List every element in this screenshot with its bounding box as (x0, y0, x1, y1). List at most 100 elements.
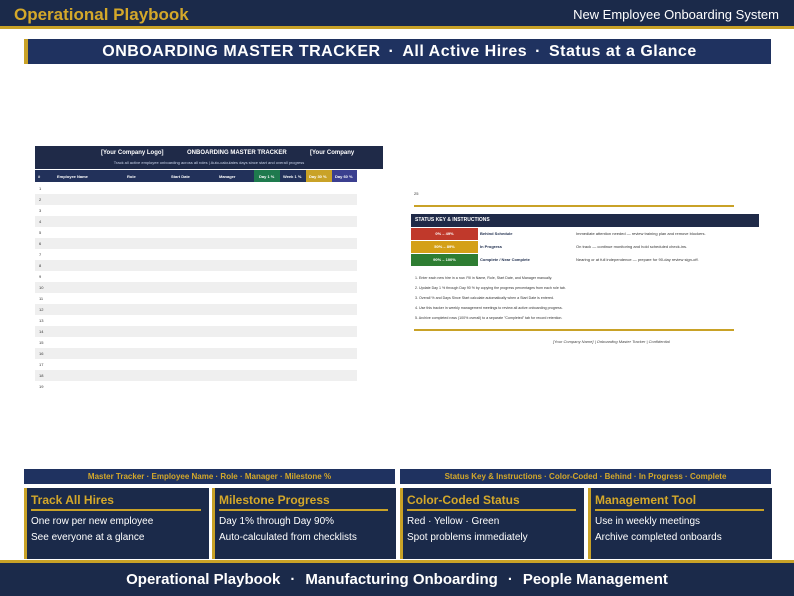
row-number: 9 (39, 274, 42, 279)
table-row: 1 (35, 183, 357, 194)
row-number: 12 (39, 307, 44, 312)
table-row: 8 (35, 260, 357, 271)
year-marker: 25 (414, 191, 419, 196)
row-number: 10 (39, 285, 44, 290)
table-row: 17 (35, 359, 357, 370)
table-row: 13 (35, 315, 357, 326)
status-row-progress: 50% – 89% In Progress On track — continu… (411, 241, 759, 253)
card-line: Spot problems immediately (407, 532, 528, 543)
table-row: 19 (35, 381, 357, 392)
row-number: 6 (39, 241, 42, 246)
sheet-rows: 1 2 3 4 5 6 7 8 9 10 11 12 13 14 15 16 17 18 19 (35, 183, 357, 392)
table-row: 6 (35, 238, 357, 249)
table-row: 7 (35, 249, 357, 260)
table-row: 11 (35, 293, 357, 304)
sheet-subtitle: Track all active employee onboarding acr… (113, 160, 305, 165)
col-header: # (38, 174, 41, 179)
feature-card: Milestone Progress Day 1% through Day 90… (212, 488, 396, 559)
table-row: 3 (35, 205, 357, 216)
status-desc: Nearing or at full independence — prepar… (576, 257, 699, 262)
table-row: 18 (35, 370, 357, 381)
banner-separator: · (388, 43, 395, 60)
row-number: 19 (39, 384, 44, 389)
status-name: Complete / Near Complete (480, 257, 530, 262)
card-line: Use in weekly meetings (595, 516, 701, 527)
row-number: 17 (39, 362, 44, 367)
divider-line (414, 205, 734, 207)
sheet-title: ONBOARDING MASTER TRACKER (187, 150, 287, 156)
banner-subtitle: All Active Hires (402, 43, 528, 60)
footer-item: Manufacturing Onboarding (305, 571, 498, 588)
tagbar-status-key: Status Key & Instructions · Color-Coded … (400, 469, 771, 484)
card-line: Archive completed onboards (595, 532, 722, 543)
bottom-footer-bar: Operational Playbook · Manufacturing Onboa… (0, 560, 794, 596)
table-row: 9 (35, 271, 357, 282)
instruction-item: 5. Archive completed rows (100% overall)… (415, 316, 563, 320)
banner-separator: · (535, 43, 541, 60)
footer-item: Operational Playbook (126, 571, 281, 588)
status-desc: Immediate attention needed — review trai… (576, 231, 706, 236)
col-header: Day 60 % (335, 174, 353, 179)
footer-item: People Management (522, 571, 668, 588)
banner-tagline: Status at a Glance (549, 43, 697, 60)
table-row: 4 (35, 216, 357, 227)
row-number: 16 (39, 351, 44, 356)
tagbar-master-tracker: Master Tracker · Employee Name · Role · … (24, 469, 395, 484)
col-header: Employee Name (57, 174, 88, 179)
sheet-column-headers: # Employee Name Role Start Date Manager … (35, 170, 357, 182)
company-name-placeholder: [Your Company (310, 150, 355, 156)
divider-line (414, 329, 734, 331)
col-header: Day 1 % (259, 174, 275, 179)
status-key-header: STATUS KEY & INSTRUCTIONS (411, 214, 759, 227)
col-header: Manager (219, 174, 236, 179)
row-number: 13 (39, 318, 44, 323)
table-row: 10 (35, 282, 357, 293)
row-number: 4 (39, 219, 42, 224)
row-number: 2 (39, 197, 42, 202)
status-swatch-red: 0% – 49% (411, 228, 478, 240)
card-title: Color-Coded Status (407, 493, 576, 511)
instruction-item: 2. Update Day 1 % through Day 90 % by co… (415, 286, 566, 290)
status-key-title: STATUS KEY & INSTRUCTIONS (415, 217, 490, 223)
table-row: 12 (35, 304, 357, 315)
feature-card: Management Tool Use in weekly meetings A… (588, 488, 772, 559)
row-number: 15 (39, 340, 44, 345)
row-number: 11 (39, 296, 44, 301)
banner-title: ONBOARDING MASTER TRACKER (102, 43, 381, 60)
row-number: 7 (39, 252, 42, 257)
card-title: Milestone Progress (219, 493, 388, 511)
page-banner: ONBOARDING MASTER TRACKER · All Active Hir… (24, 39, 771, 64)
sheet-footer: [Your Company Name] | Onboarding Master … (553, 339, 670, 344)
feature-card: Color-Coded Status Red · Yellow · Green … (400, 488, 584, 559)
system-name: New Employee Onboarding System (573, 7, 779, 22)
card-line: Red · Yellow · Green (407, 516, 500, 527)
brand-title: Operational Playbook (14, 5, 189, 24)
col-header: Day 30 % (309, 174, 327, 179)
row-number: 5 (39, 230, 42, 235)
col-header: Start Date (171, 174, 190, 179)
row-number: 18 (39, 373, 44, 378)
sheet-header: [Your Company Logo] ONBOARDING MASTER TR… (35, 146, 383, 169)
company-logo-placeholder: [Your Company Logo] (101, 150, 164, 156)
status-row-complete: 90% – 100% Complete / Near Complete Near… (411, 254, 759, 266)
feature-card: Track All Hires One row per new employee… (24, 488, 209, 559)
col-header: Week 1 % (283, 174, 302, 179)
footer-separator: · (290, 571, 296, 588)
status-swatch-green: 90% – 100% (411, 254, 478, 266)
card-title: Track All Hires (31, 493, 201, 511)
instruction-item: 4. Use this tracker in weekly management… (415, 306, 563, 310)
instruction-item: 3. Overall % and Days Since Start calcul… (415, 296, 555, 300)
row-number: 14 (39, 329, 44, 334)
table-row: 14 (35, 326, 357, 337)
card-line: Day 1% through Day 90% (219, 516, 335, 527)
card-line: One row per new employee (31, 516, 154, 527)
footer-separator: · (507, 571, 513, 588)
col-header: Role (127, 174, 136, 179)
status-swatch-yellow: 50% – 89% (411, 241, 478, 253)
status-name: Behind Schedule (480, 231, 513, 236)
status-row-behind: 0% – 49% Behind Schedule Immediate atten… (411, 228, 759, 240)
tracker-sheet-preview: [Your Company Logo] ONBOARDING MASTER TR… (35, 146, 383, 396)
card-title: Management Tool (595, 493, 764, 511)
row-number: 1 (39, 186, 42, 191)
card-line: Auto-calculated from checklists (219, 532, 357, 543)
